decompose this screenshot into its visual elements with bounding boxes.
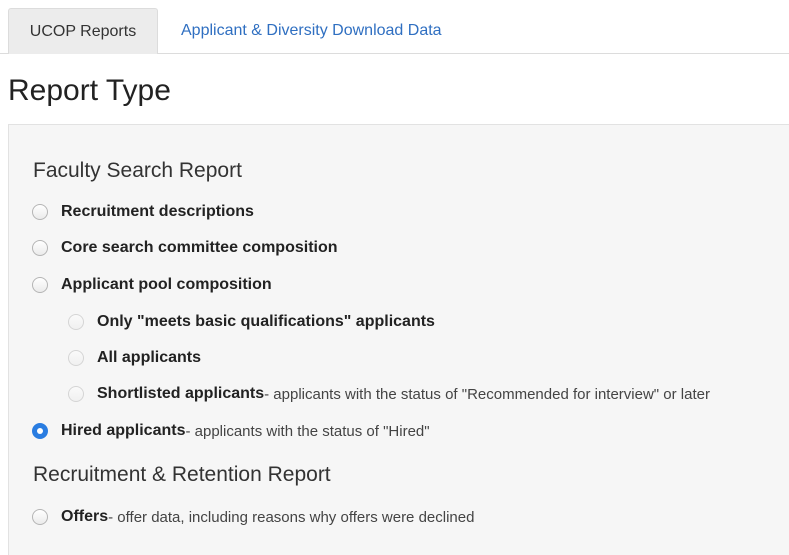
tab-applicant-diversity-download-data[interactable]: Applicant & Diversity Download Data (163, 8, 460, 54)
option-label: Applicant pool composition (61, 276, 272, 293)
option-only-meets-basic-qualifications[interactable]: Only "meets basic qualifications" applic… (68, 310, 435, 334)
radio-applicant-pool-composition[interactable] (32, 277, 48, 293)
report-tabs: UCOP Reports Applicant & Diversity Downl… (0, 0, 789, 54)
radio-hired-applicants[interactable] (32, 423, 48, 439)
option-shortlisted-applicants[interactable]: Shortlisted applicants - applicants with… (68, 382, 710, 406)
option-label: Hired applicants (61, 422, 186, 439)
section-title-recruitment-retention-report: Recruitment & Retention Report (33, 463, 331, 486)
option-description: - offer data, including reasons why offe… (108, 508, 475, 526)
option-label: Offers (61, 508, 109, 525)
option-offers[interactable]: Offers - offer data, including reasons w… (32, 505, 474, 529)
option-applicant-pool-composition[interactable]: Applicant pool composition (32, 273, 272, 297)
radio-recruitment-descriptions[interactable] (32, 204, 48, 220)
section-title-faculty-search-report: Faculty Search Report (33, 159, 242, 182)
option-core-search-committee-composition[interactable]: Core search committee composition (32, 236, 338, 260)
radio-all-applicants[interactable] (68, 350, 84, 366)
radio-only-meets-basic-qualifications[interactable] (68, 314, 84, 330)
page-title: Report Type (8, 74, 171, 107)
option-label: Recruitment descriptions (61, 203, 254, 220)
radio-shortlisted-applicants[interactable] (68, 386, 84, 402)
option-label: Only "meets basic qualifications" applic… (97, 313, 435, 330)
radio-core-search-committee-composition[interactable] (32, 240, 48, 256)
report-type-panel: Faculty Search Report Recruitment descri… (8, 124, 789, 555)
tab-ucop-reports[interactable]: UCOP Reports (8, 8, 158, 54)
option-label: All applicants (97, 349, 202, 366)
option-description: - applicants with the status of "Hired" (185, 422, 430, 440)
option-label: Core search committee composition (61, 239, 338, 256)
option-hired-applicants[interactable]: Hired applicants - applicants with the s… (32, 419, 430, 443)
option-label: Shortlisted applicants (97, 385, 265, 402)
option-description: - applicants with the status of "Recomme… (264, 385, 710, 403)
radio-offers[interactable] (32, 509, 48, 525)
option-all-applicants[interactable]: All applicants (68, 346, 201, 370)
option-recruitment-descriptions[interactable]: Recruitment descriptions (32, 200, 254, 224)
